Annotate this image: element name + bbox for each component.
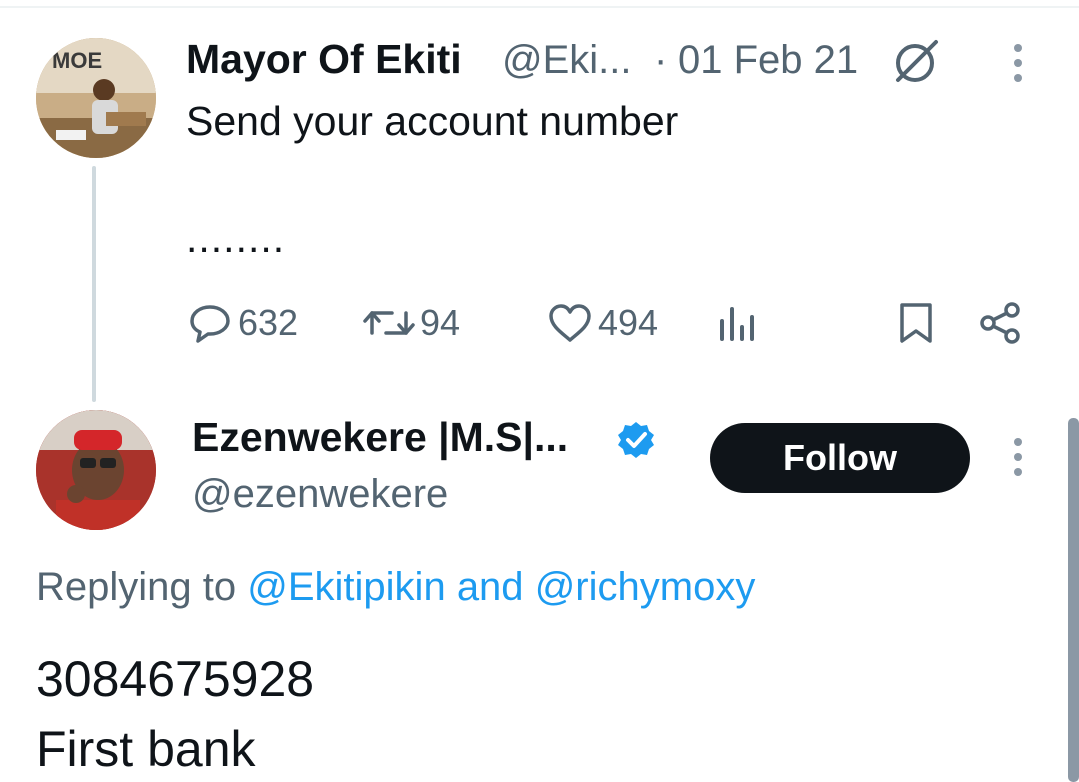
replying-to-line: Replying to @Ekitipikin and @richymoxy — [36, 565, 755, 610]
avatar-logo-text: MOE — [52, 48, 102, 73]
tweet2-display-name[interactable]: Ezenwekere |M.S|... — [192, 414, 568, 461]
avatar-mayor-of-ekiti[interactable]: MOE — [36, 38, 156, 158]
tweet1-text: Send your account number — [186, 98, 679, 144]
top-divider — [0, 6, 1079, 8]
mention-ekitipikin[interactable]: @Ekitipikin — [247, 565, 445, 609]
tweet1-more-icon[interactable] — [1008, 42, 1028, 84]
like-count: 494 — [598, 302, 659, 343]
share-icon — [980, 302, 1020, 344]
tweet1-separator: · — [654, 38, 668, 82]
share-button[interactable] — [976, 298, 1024, 348]
tweet2-handle[interactable]: @ezenwekere — [192, 472, 448, 517]
reply-icon — [190, 305, 230, 343]
reply-button[interactable]: 632 — [186, 298, 298, 348]
retweet-icon — [363, 311, 415, 335]
scrollbar[interactable] — [1068, 418, 1079, 782]
thread-connector-line — [92, 166, 96, 402]
bookmark-button[interactable] — [896, 298, 936, 348]
tweet2-more-icon[interactable] — [1008, 436, 1028, 478]
tweet1-date[interactable]: 01 Feb 21 — [678, 38, 858, 83]
follow-button[interactable]: Follow — [710, 423, 970, 493]
tweet1-handle[interactable]: @Eki... — [502, 38, 632, 83]
verified-badge-icon — [618, 422, 654, 458]
reply-count: 632 — [238, 302, 299, 343]
tweet1-display-name[interactable]: Mayor Of Ekiti — [186, 36, 462, 83]
mention-conjunction: and — [456, 565, 524, 609]
bookmark-icon — [900, 303, 932, 343]
mention-richymoxy[interactable]: @richymoxy — [535, 565, 756, 609]
retweet-count: 94 — [420, 302, 461, 343]
like-icon — [549, 304, 591, 342]
tweet2-account-number: 3084675928 — [36, 651, 315, 707]
avatar-ezenwekere[interactable] — [36, 410, 156, 530]
retweet-button[interactable]: 94 — [362, 298, 460, 348]
replying-to-label: Replying to — [36, 565, 237, 609]
views-icon — [720, 307, 754, 341]
views-button[interactable] — [716, 298, 760, 348]
grok-icon[interactable] — [892, 36, 942, 86]
like-button[interactable]: 494 — [546, 298, 658, 348]
tweet1-ellipsis-text: ........ — [186, 215, 286, 261]
tweet2-bank-name: First bank — [36, 721, 256, 777]
